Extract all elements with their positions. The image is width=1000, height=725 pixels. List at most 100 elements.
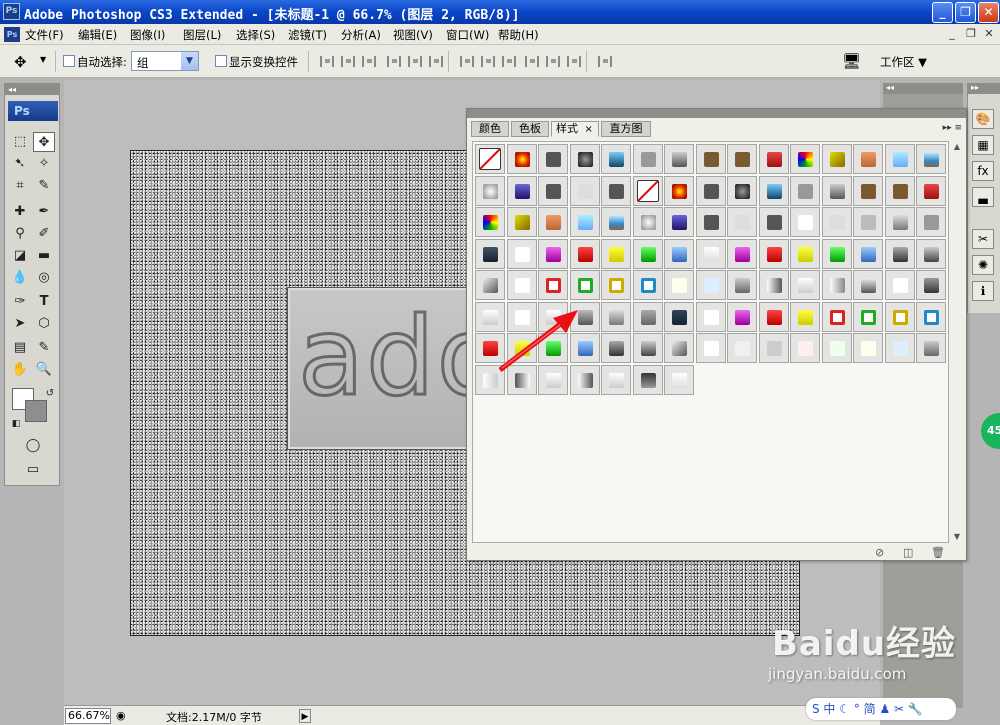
style-preset-swatch[interactable] <box>664 238 694 269</box>
style-preset-swatch[interactable] <box>569 175 600 206</box>
style-preset-swatch[interactable] <box>727 207 757 237</box>
style-preset-swatch[interactable] <box>821 144 852 174</box>
style-preset-swatch[interactable] <box>758 238 789 269</box>
style-preset-swatch[interactable] <box>475 144 505 174</box>
style-preset-swatch[interactable] <box>790 238 820 269</box>
style-preset-swatch[interactable] <box>916 270 946 300</box>
scroll-down-icon[interactable]: ▼ <box>951 531 963 543</box>
align-bottom-icon[interactable] <box>362 56 376 67</box>
tab-styles[interactable]: 样式 × <box>551 121 599 137</box>
history-brush-icon[interactable]: ✐ <box>33 224 55 244</box>
style-preset-swatch[interactable] <box>538 333 568 363</box>
style-preset-swatch[interactable] <box>664 175 694 206</box>
dock-collapse-icon[interactable]: ◂◂ <box>883 83 963 94</box>
style-preset-swatch[interactable] <box>821 238 852 269</box>
style-preset-swatch[interactable] <box>569 364 600 395</box>
status-info-icon[interactable]: ◉ <box>116 709 126 722</box>
screen-mode-icon[interactable]: ▭ <box>22 460 44 480</box>
align-right-icon[interactable] <box>429 56 443 67</box>
style-preset-swatch[interactable] <box>884 270 915 300</box>
move-tool-icon[interactable]: ✥ <box>14 53 27 71</box>
style-preset-swatch[interactable] <box>601 333 631 363</box>
style-preset-swatch[interactable] <box>790 270 820 300</box>
tab-swatches[interactable]: 色板 <box>511 121 549 137</box>
style-preset-swatch[interactable] <box>601 364 631 395</box>
floating-badge[interactable]: 45 <box>981 413 1000 449</box>
style-preset-swatch[interactable] <box>853 207 883 237</box>
style-preset-swatch[interactable] <box>916 333 946 363</box>
style-preset-swatch[interactable] <box>695 270 726 300</box>
style-preset-swatch[interactable] <box>475 175 505 206</box>
style-preset-swatch[interactable] <box>632 238 663 269</box>
style-preset-swatch[interactable] <box>821 333 852 363</box>
style-preset-swatch[interactable] <box>884 207 915 237</box>
ime-toolbar[interactable]: S 中 ☾ ° 简 ♟ ✂ 🔧 <box>806 698 956 720</box>
histogram-panel-icon[interactable]: ▃ <box>972 187 994 207</box>
style-preset-swatch[interactable] <box>664 207 694 237</box>
style-preset-swatch[interactable] <box>664 301 694 332</box>
style-preset-swatch[interactable] <box>538 238 568 269</box>
style-preset-swatch[interactable] <box>632 364 663 395</box>
style-preset-swatch[interactable] <box>506 238 537 269</box>
style-preset-swatch[interactable] <box>695 301 726 332</box>
menu-filter[interactable]: 滤镜(T) <box>288 27 327 43</box>
style-preset-swatch[interactable] <box>601 270 631 300</box>
style-preset-swatch[interactable] <box>664 270 694 300</box>
brush-tool-icon[interactable]: ✒ <box>33 202 55 222</box>
auto-align-layers-icon[interactable] <box>598 56 612 67</box>
new-style-icon[interactable]: ◫ <box>903 546 913 559</box>
swatches-panel-icon[interactable]: ▦ <box>972 135 994 155</box>
style-preset-swatch[interactable] <box>758 270 789 300</box>
menu-image[interactable]: 图像(I) <box>130 27 165 43</box>
path-selection-icon[interactable]: ➤ <box>9 314 31 334</box>
align-left-icon[interactable] <box>387 56 401 67</box>
style-preset-swatch[interactable] <box>632 333 663 363</box>
info-panel-icon[interactable]: ℹ <box>972 281 994 301</box>
style-preset-swatch[interactable] <box>569 144 600 174</box>
menu-help[interactable]: 帮助(H) <box>498 27 539 43</box>
style-preset-swatch[interactable] <box>538 270 568 300</box>
minimize-icon[interactable]: _ <box>932 2 953 23</box>
style-preset-swatch[interactable] <box>506 364 537 395</box>
style-preset-swatch[interactable] <box>790 333 820 363</box>
style-preset-swatch[interactable] <box>506 144 537 174</box>
lasso-tool-icon[interactable]: ➷ <box>9 154 31 174</box>
panel-menu-icon[interactable]: ▸▸ ≡ <box>943 123 962 133</box>
distribute-hcenter-icon[interactable] <box>546 56 560 67</box>
style-preset-swatch[interactable] <box>821 270 852 300</box>
zoom-field[interactable]: 66.67% <box>65 708 111 724</box>
style-preset-swatch[interactable] <box>727 238 757 269</box>
style-preset-swatch[interactable] <box>475 364 505 395</box>
tab-color[interactable]: 颜色 <box>471 121 509 137</box>
show-transform-checkbox[interactable] <box>215 55 227 67</box>
style-preset-swatch[interactable] <box>884 333 915 363</box>
shape-tool-icon[interactable]: ⬡ <box>33 314 55 334</box>
tab-close-icon[interactable]: × <box>585 124 593 135</box>
tool-preset-dropdown-icon[interactable]: ▼ <box>40 55 46 64</box>
auto-select-checkbox[interactable] <box>63 55 75 67</box>
style-preset-swatch[interactable] <box>821 175 852 206</box>
style-preset-swatch[interactable] <box>569 333 600 363</box>
style-preset-swatch[interactable] <box>695 175 726 206</box>
style-preset-swatch[interactable] <box>475 333 505 363</box>
style-preset-swatch[interactable] <box>538 301 568 332</box>
trash-icon[interactable]: 🗑 <box>931 546 945 559</box>
style-preset-swatch[interactable] <box>853 301 883 332</box>
style-preset-swatch[interactable] <box>916 301 946 332</box>
style-preset-swatch[interactable] <box>569 238 600 269</box>
workspace-button[interactable]: 工作区 ▼ <box>880 54 927 70</box>
style-preset-swatch[interactable] <box>727 301 757 332</box>
style-preset-swatch[interactable] <box>601 207 631 237</box>
type-tool-icon[interactable]: T <box>33 292 55 312</box>
dodge-tool-icon[interactable]: ◎ <box>33 268 55 288</box>
gradient-tool-icon[interactable]: ▬ <box>33 246 55 266</box>
style-preset-swatch[interactable] <box>695 144 726 174</box>
style-preset-swatch[interactable] <box>569 301 600 332</box>
style-preset-swatch[interactable] <box>916 238 946 269</box>
style-preset-swatch[interactable] <box>790 301 820 332</box>
style-preset-swatch[interactable] <box>821 207 852 237</box>
navigator-icon[interactable]: ✺ <box>972 255 994 275</box>
style-preset-swatch[interactable] <box>664 333 694 363</box>
style-preset-swatch[interactable] <box>632 301 663 332</box>
style-preset-swatch[interactable] <box>790 175 820 206</box>
